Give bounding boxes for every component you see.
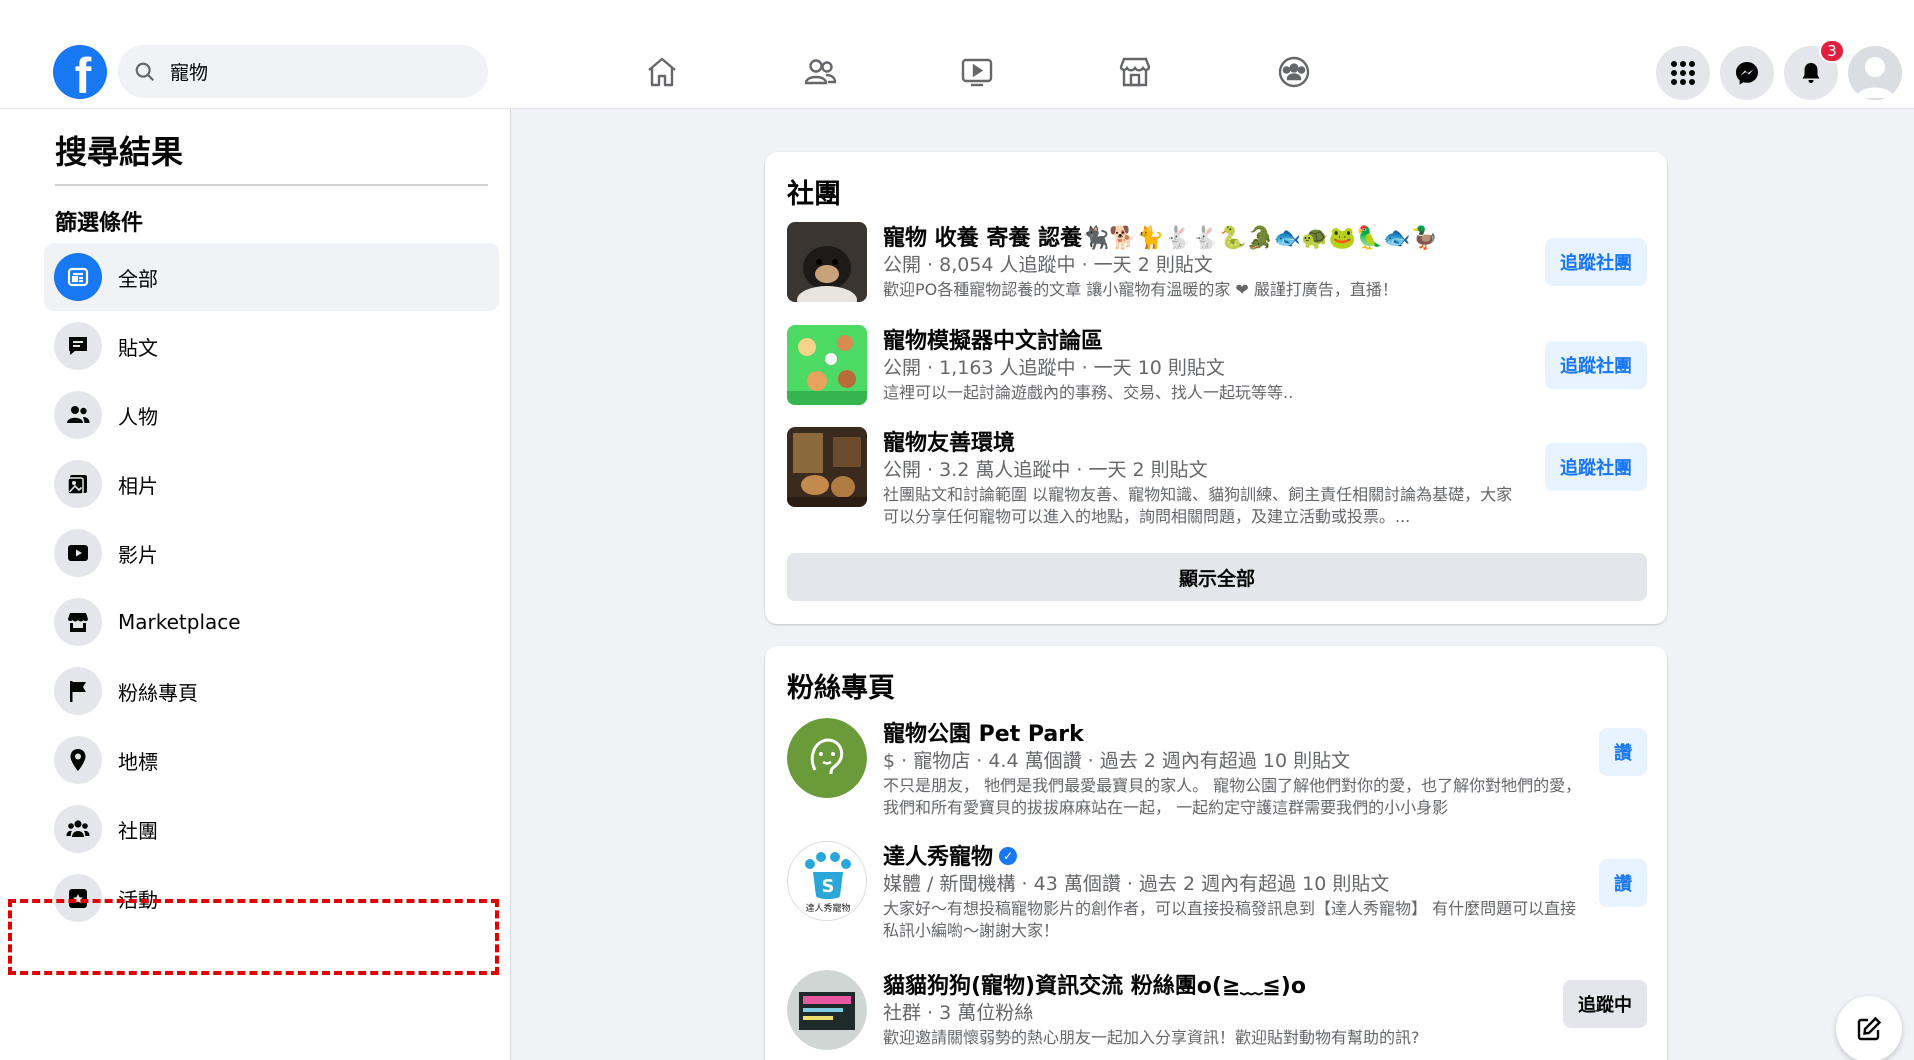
compose-icon: [1857, 1016, 1882, 1041]
page-title: 搜尋結果: [55, 133, 184, 171]
group-thumbnail[interactable]: [787, 222, 867, 302]
search-input[interactable]: [170, 60, 470, 83]
messenger-button[interactable]: [1720, 46, 1774, 100]
facebook-logo[interactable]: f: [53, 45, 107, 99]
group-description: 歡迎PO各種寵物認養的文章 讓小寵物有溫暖的家 ❤ 嚴謹打廣告，直播！: [883, 280, 1398, 299]
flag-icon: [54, 667, 102, 715]
groups-icon[interactable]: [1272, 50, 1316, 94]
page-description: 歡迎邀請關懷弱勢的熱心朋友一起加入分享資訊！歡迎貼對動物有幫助的訊?: [883, 1028, 1420, 1047]
posts-icon: [54, 322, 102, 370]
group-meta: 公開 · 1,163 人追蹤中 · 一天 10 則貼文: [883, 357, 1225, 379]
page-description: 不只是朋友， 牠們是我們最愛最寶貝的家人。 寵物公園了解他們對你的愛，也了解你對…: [883, 776, 1582, 817]
group-description: 這裡可以一起討論遊戲內的事務、交易、找人一起玩等等..: [883, 383, 1294, 402]
groups-icon: [54, 805, 102, 853]
sidebar-item-marketplace[interactable]: Marketplace: [44, 588, 499, 656]
page-meta: 媒體 / 新聞機構 · 43 萬個讚 · 過去 2 週內有超過 10 則貼文: [883, 873, 1390, 895]
group-description: 社團貼文和討論範圍 以寵物友善、寵物知識、貓狗訓練、飼主責任相關討論為基礎，大家…: [883, 485, 1513, 526]
sidebar-item-label: 全部: [118, 266, 158, 291]
location-pin-icon: [54, 736, 102, 784]
marketplace-icon: [54, 598, 102, 646]
sidebar-item-label: 粉絲專頁: [118, 680, 198, 705]
page-meta: 社群 · 3 萬位粉絲: [883, 1002, 1034, 1024]
sidebar-item-label: 地標: [118, 749, 158, 774]
notifications-button[interactable]: 3: [1784, 39, 1845, 100]
group-name[interactable]: 寵物模擬器中文討論區: [883, 323, 1103, 355]
videos-icon: [54, 529, 102, 577]
group-name[interactable]: 寵物 收養 寄養 認養🐈‍⬛🐕🐈🐇🐇🐍🐊🐟🐢🐸🦜🐟🦆: [883, 220, 1438, 252]
marketplace-icon[interactable]: [1113, 50, 1157, 94]
show-all-button[interactable]: 顯示全部: [787, 553, 1647, 601]
sidebar-item-label: 人物: [118, 404, 158, 429]
search-box[interactable]: [118, 45, 488, 98]
verified-badge-icon: ✓: [999, 847, 1018, 865]
highlight-annotation: [8, 899, 499, 975]
page-avatar[interactable]: S 達人秀寵物: [787, 841, 867, 921]
page-name[interactable]: 貓貓狗狗(寵物)資訊交流 粉絲團o(≧﹏≦)o: [883, 968, 1306, 1000]
following-button[interactable]: 追蹤中: [1563, 980, 1647, 1028]
search-icon: [135, 62, 155, 81]
section-title: 社團: [787, 179, 841, 210]
search-filters-sidebar: 搜尋結果 篩選條件 全部 貼文 人物 相片 影片 Marketplace 粉絲專…: [0, 109, 511, 1060]
home-icon[interactable]: [640, 50, 684, 94]
like-page-button[interactable]: 讚: [1599, 859, 1647, 907]
sidebar-item-places[interactable]: 地標: [44, 726, 499, 794]
new-message-button[interactable]: [1836, 996, 1902, 1060]
people-icon: [54, 391, 102, 439]
page-meta: $ · 寵物店 · 4.4 萬個讚 · 過去 2 週內有超過 10 則貼文: [883, 750, 1351, 772]
follow-group-button[interactable]: 追蹤社團: [1545, 443, 1647, 491]
group-thumbnail[interactable]: [787, 427, 867, 507]
page-avatar[interactable]: [787, 970, 867, 1050]
page-name[interactable]: 達人秀寵物 ✓: [883, 839, 1018, 871]
messenger-icon: [1736, 62, 1758, 85]
group-meta: 公開 · 3.2 萬人追蹤中 · 一天 2 則貼文: [883, 459, 1208, 481]
sidebar-item-photos[interactable]: 相片: [44, 450, 499, 518]
photos-icon: [54, 460, 102, 508]
sidebar-item-label: 影片: [118, 542, 158, 567]
page-description: 大家好～有想投稿寵物影片的創作者，可以直接投稿發訊息到【達人秀寵物】 有什麼問題…: [883, 899, 1577, 940]
sidebar-item-groups[interactable]: 社團: [44, 795, 499, 863]
page-name[interactable]: 寵物公園 Pet Park: [883, 716, 1084, 748]
watch-icon[interactable]: [955, 50, 999, 94]
page-avatar[interactable]: [787, 718, 867, 798]
top-navigation-bar: f 3: [0, 0, 1914, 109]
menu-grid-icon: [1671, 61, 1695, 85]
avatar[interactable]: [1848, 46, 1902, 100]
like-page-button[interactable]: 讚: [1599, 728, 1647, 776]
list-item[interactable]: 寵物 收養 寄養 認養🐈‍⬛🐕🐈🐇🐇🐍🐊🐟🐢🐸🦜🐟🦆 公開 · 8,054 人追…: [787, 222, 1647, 312]
filters-heading: 篩選條件: [55, 211, 144, 236]
sidebar-item-videos[interactable]: 影片: [44, 519, 499, 587]
groups-results-card: 社團 寵物 收養 寄養 認養🐈‍⬛🐕🐈🐇🐇🐍🐊🐟🐢🐸🦜🐟🦆 公開 · 8,054…: [765, 152, 1667, 624]
page-logo-badge: S: [822, 876, 835, 897]
list-item[interactable]: S 達人秀寵物 達人秀寵物 ✓ 媒體 / 新聞機構 · 43 萬個讚 · 過去 2 …: [787, 841, 1647, 941]
menu-grid-button[interactable]: [1656, 46, 1710, 100]
list-item[interactable]: 寵物友善環境 公開 · 3.2 萬人追蹤中 · 一天 2 則貼文 社團貼文和討論…: [787, 427, 1647, 537]
sidebar-item-label: 貼文: [118, 335, 158, 360]
bell-icon: [1802, 63, 1820, 83]
section-title: 粉絲專頁: [787, 673, 895, 704]
all-results-icon: [54, 253, 102, 301]
follow-group-button[interactable]: 追蹤社團: [1545, 238, 1647, 286]
group-name[interactable]: 寵物友善環境: [883, 425, 1015, 457]
pages-results-card: 粉絲專頁 寵物公園 Pet Park $ · 寵物店 · 4.4 萬個讚 · 過…: [765, 646, 1667, 1060]
sidebar-item-label: 社團: [118, 818, 158, 843]
list-item[interactable]: 貓貓狗狗(寵物)資訊交流 粉絲團o(≧﹏≦)o 社群 · 3 萬位粉絲 歡迎邀請…: [787, 970, 1647, 1060]
sidebar-item-pages[interactable]: 粉絲專頁: [44, 657, 499, 725]
group-thumbnail[interactable]: [787, 325, 867, 405]
group-meta: 公開 · 8,054 人追蹤中 · 一天 2 則貼文: [883, 254, 1213, 276]
sidebar-item-posts[interactable]: 貼文: [44, 312, 499, 380]
divider: [55, 184, 488, 186]
page-name-text: 達人秀寵物: [883, 845, 994, 870]
sidebar-item-people[interactable]: 人物: [44, 381, 499, 449]
page-logo-text: 達人秀寵物: [805, 902, 850, 914]
follow-group-button[interactable]: 追蹤社團: [1545, 341, 1647, 389]
list-item[interactable]: 寵物模擬器中文討論區 公開 · 1,163 人追蹤中 · 一天 10 則貼文 這…: [787, 325, 1647, 415]
notification-badge: 3: [1819, 39, 1845, 63]
sidebar-item-all[interactable]: 全部: [44, 243, 499, 311]
list-item[interactable]: 寵物公園 Pet Park $ · 寵物店 · 4.4 萬個讚 · 過去 2 週…: [787, 718, 1647, 818]
friends-icon[interactable]: [798, 50, 842, 94]
sidebar-item-label: Marketplace: [118, 610, 241, 634]
sidebar-item-label: 相片: [118, 473, 158, 498]
